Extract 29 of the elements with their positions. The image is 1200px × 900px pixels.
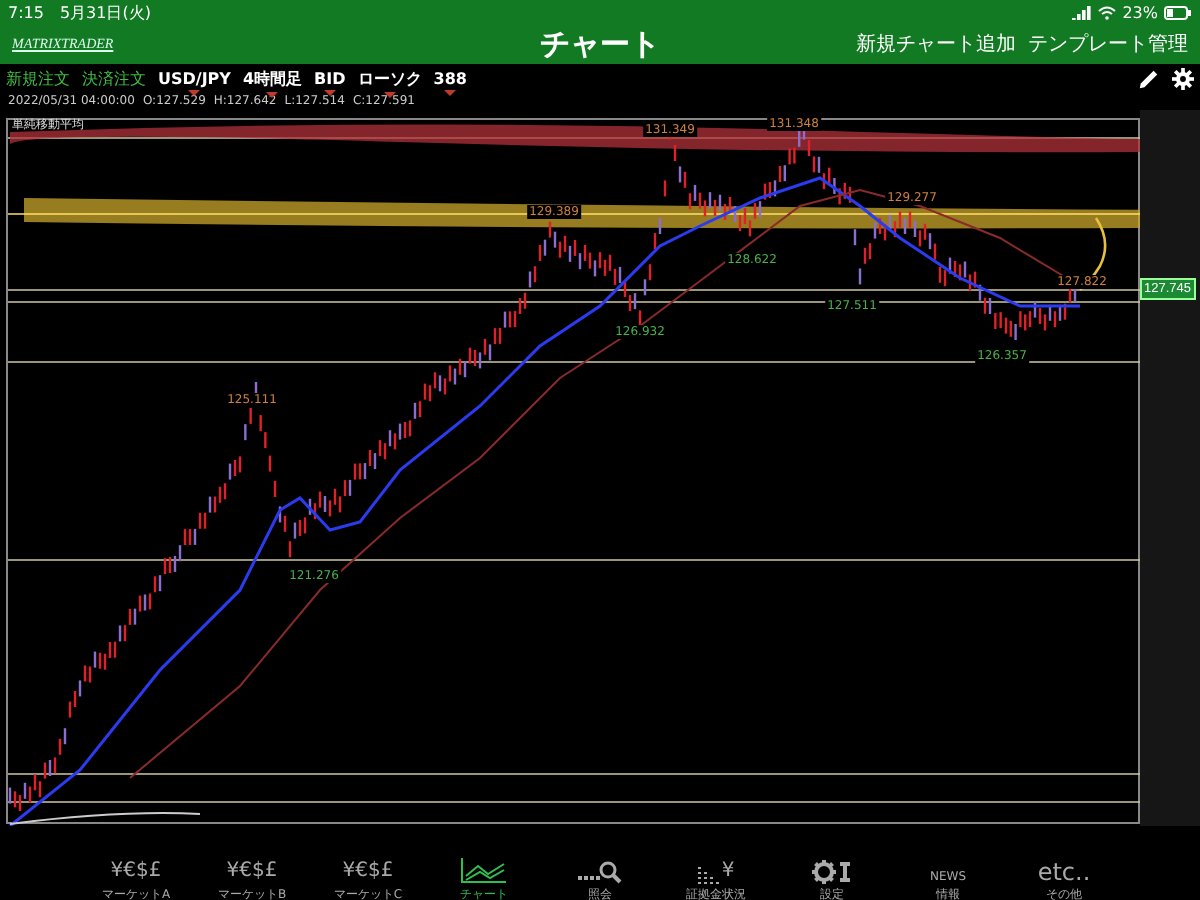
- battery-icon: [1164, 5, 1192, 19]
- settings-icon[interactable]: [1172, 67, 1194, 89]
- dropdown-selector[interactable]: 4時間足: [242, 67, 303, 89]
- header-link[interactable]: 新規チャート追加: [856, 30, 1016, 58]
- status-date: 5月31日(火): [59, 1, 151, 23]
- currency-icon: ¥€$£: [226, 860, 278, 884]
- dropdown-selector[interactable]: BID: [314, 69, 346, 87]
- wifi-icon: [1098, 5, 1117, 19]
- caret-icon: [323, 89, 336, 95]
- dropdown-selector[interactable]: 388: [433, 69, 467, 87]
- status-time: 7:15: [8, 3, 44, 21]
- dropdown-selector[interactable]: USD/JPY: [158, 69, 231, 87]
- search-icon: [578, 860, 622, 884]
- caret-icon: [188, 89, 201, 95]
- currency-icon: ¥€$£: [110, 860, 162, 884]
- signal-icon: [1072, 5, 1093, 19]
- screen-title: チャート: [540, 25, 660, 63]
- gear-wrench-icon: [812, 860, 852, 884]
- battery-percent: 23%: [1122, 3, 1158, 21]
- line-chart-icon: [460, 858, 508, 884]
- currency-icon: ¥€$£: [342, 860, 394, 884]
- dropdown-selector[interactable]: ローソク: [357, 67, 422, 89]
- caret-icon: [444, 89, 457, 95]
- caret-icon: [266, 91, 279, 97]
- more-icon: etc..: [1037, 860, 1091, 884]
- order-link[interactable]: 新規注文: [6, 67, 70, 89]
- caret-icon: [383, 91, 396, 97]
- order-link[interactable]: 決済注文: [82, 67, 146, 89]
- header-link[interactable]: テンプレート管理: [1028, 30, 1188, 58]
